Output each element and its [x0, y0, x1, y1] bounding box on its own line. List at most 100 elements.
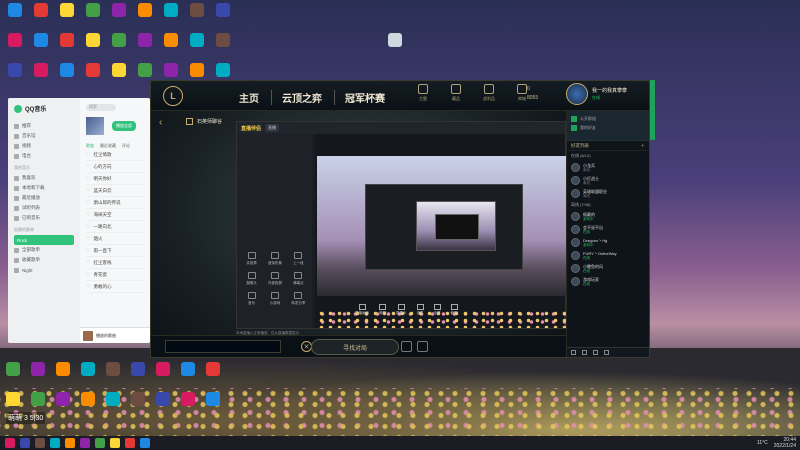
friend-row[interactable]: 小鲤鱼的风 在线 [567, 262, 649, 275]
desktop-app-icon[interactable] [202, 362, 224, 376]
clock[interactable]: 20:44 2022/1/24 [774, 437, 796, 449]
party-icon[interactable] [401, 341, 412, 352]
lol-top-icon-0[interactable]: 主题 [413, 84, 433, 102]
stream-tool-0[interactable]: 实验秀 [241, 252, 262, 266]
friend-row[interactable]: 游戏玩家 在线 [567, 275, 649, 288]
qq-nav-item-0[interactable]: 推荐 [14, 121, 74, 131]
social-header-item-0[interactable]: 公开群组 [571, 114, 645, 123]
desktop-app-icon[interactable] [202, 392, 224, 406]
stream-control-5[interactable]: 截图 [450, 304, 458, 316]
friend-row[interactable]: 小龙兵 离线 [567, 161, 649, 174]
desktop-app-icon[interactable] [212, 63, 234, 77]
desktop-app-icon[interactable] [2, 392, 24, 406]
desktop-app-icon[interactable] [30, 63, 52, 77]
qq-nav-item-1[interactable]: 音乐馆 [14, 131, 74, 141]
desktop-app-icon[interactable] [160, 33, 182, 47]
lol-logo[interactable]: L [163, 86, 183, 106]
desktop-app-icon[interactable] [82, 3, 104, 17]
qq-play-all-button[interactable]: 播放全部 [112, 121, 136, 131]
qq-mine-item-2[interactable]: 最近播放 [14, 193, 74, 203]
desktop-app-icon[interactable] [134, 3, 156, 17]
list-item[interactable]: ♡ 海阔天空 [86, 209, 144, 221]
list-item[interactable]: ♡ 雨一直下 [86, 245, 144, 257]
chat-icon[interactable] [571, 350, 576, 355]
stream-control-3[interactable]: 连麦 [416, 304, 424, 316]
desktop-app-icon[interactable] [2, 362, 24, 376]
desktop-app-icon[interactable] [82, 33, 104, 47]
desktop-app-icon[interactable] [127, 392, 149, 406]
desktop-app-icon[interactable] [108, 33, 130, 47]
taskbar-app-icon[interactable] [140, 438, 150, 448]
heart-icon[interactable]: ♡ [86, 224, 90, 230]
heart-icon[interactable]: ♡ [86, 260, 90, 266]
desktop-app-icon[interactable] [134, 33, 156, 47]
group-online[interactable]: 在线 (6/12) [567, 151, 649, 161]
list-item[interactable]: ♡ 青花瓷 [86, 269, 144, 281]
list-item[interactable]: ♡ 烟火 [86, 233, 144, 245]
lol-nav-0[interactable]: 主页 [239, 90, 259, 105]
weather[interactable]: 11°C [757, 440, 768, 446]
group-offline[interactable]: 离线 (7/48) [567, 200, 649, 210]
desktop-app-icon[interactable] [27, 362, 49, 376]
desktop-app-icon[interactable] [134, 63, 156, 77]
list-item[interactable]: ♡ 明天你好 [86, 173, 144, 185]
desktop-app-icon[interactable] [56, 63, 78, 77]
lol-top-icon-1[interactable]: 藏品 [446, 84, 466, 102]
heart-icon[interactable]: ♡ [86, 200, 90, 206]
stream-tool-8[interactable]: 转发分享 [288, 292, 309, 306]
settings-icon[interactable] [417, 341, 428, 352]
qq-playlist-item-0[interactable]: 全部歌单 [14, 245, 74, 255]
desktop-app-icon[interactable] [212, 33, 234, 47]
heart-icon[interactable]: ♡ [86, 236, 90, 242]
lol-nav-2[interactable]: 冠军杯赛 [334, 90, 385, 105]
friend-row[interactable]: 英雄联盟职业 离线 [567, 187, 649, 200]
friend-row[interactable]: Dragons丶Hg 游戏中 [567, 236, 649, 249]
desktop-app-icon[interactable] [186, 3, 208, 17]
list-item[interactable]: ♡ 勇敢的心 [86, 281, 144, 293]
desktop-app-icon[interactable] [102, 392, 124, 406]
stream-tool-1[interactable]: 虚拟形象 [264, 252, 285, 266]
chat-input[interactable] [165, 340, 281, 353]
taskbar-app-icon[interactable] [95, 438, 105, 448]
qq-playlist-item-1[interactable]: 收藏歌单 [14, 255, 74, 265]
friend-row[interactable]: FURY丶OntheWay 在线 [567, 249, 649, 262]
friend-row[interactable]: 佩戴的 游戏中 [567, 210, 649, 223]
stream-tool-5[interactable]: 弹幕点 [288, 272, 309, 286]
mission-icon[interactable] [582, 350, 587, 355]
taskbar-app-icon[interactable] [5, 438, 15, 448]
list-item[interactable]: ♡ 萧山郎的传说 [86, 197, 144, 209]
qq-nav-item-2[interactable]: 视频 [14, 141, 74, 151]
stream-control-0[interactable]: 直播画面 [355, 304, 369, 316]
desktop-app-icon[interactable] [30, 3, 52, 17]
stream-tool-2[interactable]: 上一段 [288, 252, 309, 266]
desktop-app-icon[interactable] [160, 63, 182, 77]
desktop-app-icon[interactable] [160, 3, 182, 17]
qq-tab-2[interactable]: 评论 [122, 143, 130, 149]
heart-icon[interactable]: ♡ [86, 272, 90, 278]
help-icon[interactable] [604, 350, 609, 355]
desktop-app-icon[interactable] [4, 3, 26, 17]
stream-control-1[interactable]: 美颜 [379, 304, 386, 316]
taskbar-app-icon[interactable] [80, 438, 90, 448]
lol-profile[interactable]: 我一的我真攀攀 在线 [566, 83, 627, 105]
heart-icon[interactable]: ♡ [86, 152, 90, 158]
taskbar-app-icon[interactable] [110, 438, 120, 448]
qq-mine-item-1[interactable]: 本地和下载 [14, 183, 74, 193]
desktop-app-icon[interactable] [127, 362, 149, 376]
desktop-app-icon[interactable] [56, 33, 78, 47]
list-item[interactable]: ♡ 一路向北 [86, 221, 144, 233]
taskbar-app-icon[interactable] [50, 438, 60, 448]
stream-tool-7[interactable]: 小游戏 [264, 292, 285, 306]
qq-tab-0[interactable]: 歌曲 [86, 143, 94, 149]
list-item[interactable]: ♡ 蓝天白云 [86, 185, 144, 197]
heart-icon[interactable]: ♡ [86, 176, 90, 182]
voice-icon[interactable] [593, 350, 598, 355]
desktop-app-icon[interactable] [177, 362, 199, 376]
qq-playlist-item-2[interactable]: Night [14, 265, 74, 275]
qq-nav-item-3[interactable]: 电台 [14, 151, 74, 161]
desktop-app-icon[interactable] [186, 63, 208, 77]
taskbar-app-icon[interactable] [65, 438, 75, 448]
desktop-app-icon[interactable] [212, 3, 234, 17]
heart-icon[interactable]: ♡ [86, 284, 90, 290]
recycle-bin-icon[interactable] [384, 33, 406, 47]
